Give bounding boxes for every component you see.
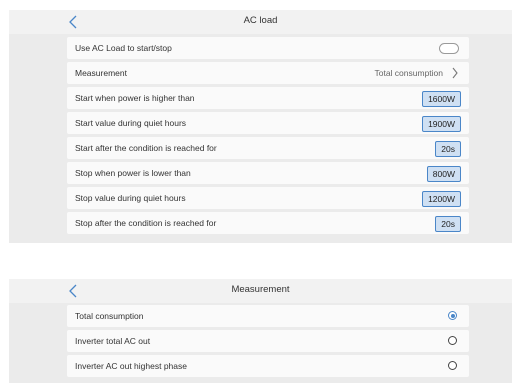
row-label: Stop when power is lower than: [75, 168, 191, 178]
row-label: Use AC Load to start/stop: [75, 43, 172, 53]
stop-delay-row[interactable]: Stop after the condition is reached for …: [67, 212, 469, 234]
row-label: Measurement: [75, 68, 127, 78]
option-label: Inverter AC out highest phase: [75, 361, 187, 371]
stop-quiet-value[interactable]: 1200W: [422, 191, 461, 207]
stop-power-value[interactable]: 800W: [426, 166, 461, 182]
row-label: Stop value during quiet hours: [75, 193, 186, 203]
row-label: Start when power is higher than: [75, 93, 195, 103]
measurement-list: Total consumption Inverter total AC out …: [67, 305, 469, 380]
option-inverter-total-ac-out[interactable]: Inverter total AC out: [67, 330, 469, 352]
radio-unselected-icon[interactable]: [448, 361, 457, 370]
use-ac-load-row[interactable]: Use AC Load to start/stop: [67, 37, 469, 59]
start-quiet-row[interactable]: Start value during quiet hours 1900W: [67, 112, 469, 134]
stop-delay-value[interactable]: 20s: [435, 216, 461, 232]
chevron-right-icon: [452, 67, 458, 79]
ac-load-panel: AC load Use AC Load to start/stop Measur…: [9, 10, 512, 243]
ac-load-list: Use AC Load to start/stop Measurement To…: [67, 37, 469, 237]
option-label: Inverter total AC out: [75, 336, 151, 346]
row-label: Stop after the condition is reached for: [75, 218, 217, 228]
start-power-row[interactable]: Start when power is higher than 1600W: [67, 87, 469, 109]
row-label: Start value during quiet hours: [75, 118, 187, 128]
measurement-value: Total consumption: [374, 68, 443, 78]
option-total-consumption[interactable]: Total consumption: [67, 305, 469, 327]
start-power-value[interactable]: 1600W: [422, 91, 461, 107]
measurement-row[interactable]: Measurement Total consumption: [67, 62, 469, 84]
option-inverter-ac-out-highest-phase[interactable]: Inverter AC out highest phase: [67, 355, 469, 377]
stop-quiet-row[interactable]: Stop value during quiet hours 1200W: [67, 187, 469, 209]
row-label: Start after the condition is reached for: [75, 143, 217, 153]
option-label: Total consumption: [75, 311, 144, 321]
page-title: AC load: [243, 15, 278, 26]
measurement-header: Measurement: [9, 279, 512, 303]
ac-load-header: AC load: [9, 10, 512, 34]
radio-unselected-icon[interactable]: [448, 336, 457, 345]
measurement-panel: Measurement Total consumption Inverter t…: [9, 279, 512, 383]
page-title: Measurement: [231, 284, 290, 295]
ac-load-toggle[interactable]: [439, 43, 459, 54]
stop-power-row[interactable]: Stop when power is lower than 800W: [67, 162, 469, 184]
radio-selected-icon[interactable]: [448, 311, 457, 320]
start-quiet-value[interactable]: 1900W: [422, 116, 461, 132]
start-delay-row[interactable]: Start after the condition is reached for…: [67, 137, 469, 159]
start-delay-value[interactable]: 20s: [435, 141, 461, 157]
